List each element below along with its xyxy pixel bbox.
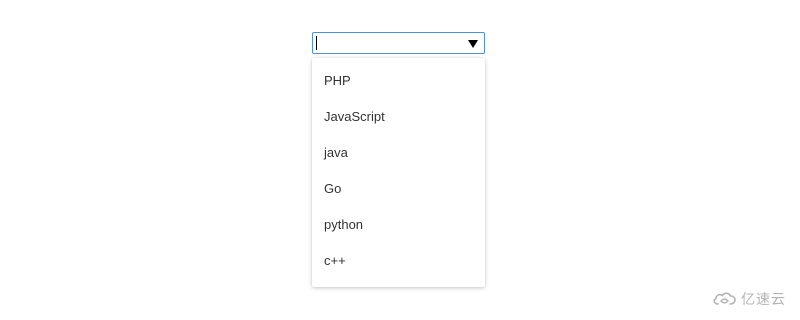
watermark: 亿速云	[712, 288, 792, 310]
option-cpp[interactable]: c++	[312, 243, 485, 279]
triangle-down-icon[interactable]	[466, 36, 480, 50]
option-java[interactable]: java	[312, 135, 485, 171]
watermark-text: 亿速云	[741, 292, 786, 308]
text-cursor	[316, 36, 317, 50]
cloud-logo-icon	[712, 290, 738, 308]
option-go[interactable]: Go	[312, 171, 485, 207]
options-dropdown: PHP JavaScript java Go python c++	[312, 58, 485, 287]
combobox-input[interactable]	[315, 34, 466, 52]
option-php[interactable]: PHP	[312, 63, 485, 99]
option-python[interactable]: python	[312, 207, 485, 243]
option-javascript[interactable]: JavaScript	[312, 99, 485, 135]
language-combobox[interactable]	[312, 32, 485, 54]
